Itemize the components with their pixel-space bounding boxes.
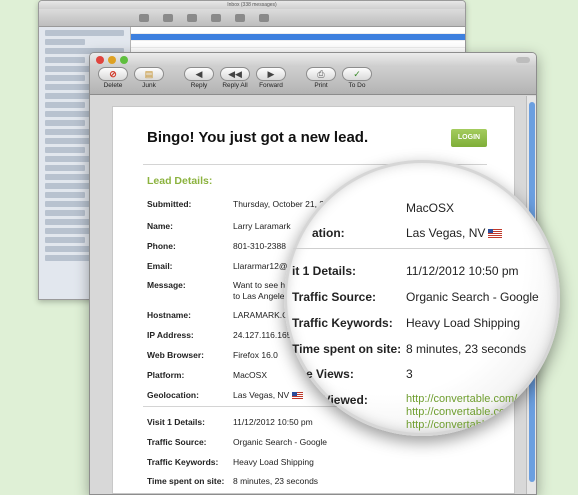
toolbar-toggle-button[interactable]: [516, 57, 530, 63]
lens-time: Time spent on site: 8 minutes, 23 seconds: [292, 342, 527, 356]
forward-button[interactable]: ▶ Forward: [256, 67, 286, 89]
minimize-window-button[interactable]: [108, 56, 116, 64]
lens-platform-value: MacOSX: [406, 201, 455, 215]
close-window-button[interactable]: [96, 56, 104, 64]
junk-button[interactable]: ▤ Junk: [134, 67, 164, 89]
message-titlebar: [90, 53, 536, 67]
detail-time: Time spent on site: 8 minutes, 23 seconds: [147, 476, 319, 486]
lens-pages-viewed: es Viewed:: [306, 393, 368, 407]
us-flag-icon: [488, 229, 503, 239]
us-flag-icon: [292, 392, 304, 400]
lead-details-title: Lead Details:: [147, 175, 213, 187]
magnifier-lens: MacOSX ation: Las Vegas, NV it 1 Details…: [284, 160, 560, 436]
lens-link[interactable]: http://convertable.com/: [406, 393, 517, 405]
reply-all-button[interactable]: ◀◀ Reply All: [220, 67, 250, 89]
lens-link[interactable]: http://convertable.com/Se: [406, 406, 531, 418]
lens-link[interactable]: http://convertable.com/: [406, 419, 517, 431]
lens-geolocation: ation: Las Vegas, NV: [312, 226, 503, 240]
message-toolbar: ⊘ Delete ▤ Junk ◀ Reply ◀◀ Reply All ▶ F…: [90, 67, 536, 95]
reply-all-icon: ◀◀: [220, 67, 250, 81]
reply-button[interactable]: ◀ Reply: [184, 67, 214, 89]
forward-icon: ▶: [256, 67, 286, 81]
reply-icon: ◀: [184, 67, 214, 81]
lens-keywords: Traffic Keywords: Heavy Load Shipping: [292, 316, 521, 330]
lens-divider: [292, 248, 560, 249]
print-icon: ⎙: [306, 67, 336, 81]
background-toolbar: [39, 9, 465, 27]
background-window-title: Inbox (338 messages): [39, 1, 465, 9]
todo-icon: ✓: [342, 67, 372, 81]
delete-button[interactable]: ⊘ Delete: [98, 67, 128, 89]
zoom-window-button[interactable]: [120, 56, 128, 64]
delete-icon: ⊘: [98, 67, 128, 81]
print-button[interactable]: ⎙ Print: [306, 67, 336, 89]
detail-keywords: Traffic Keywords: Heavy Load Shipping: [147, 457, 314, 467]
detail-traffic-source: Traffic Source: Organic Search - Google: [147, 437, 328, 447]
junk-icon: ▤: [134, 67, 164, 81]
todo-button[interactable]: ✓ To Do: [342, 67, 372, 89]
lens-traffic-source: Traffic Source: Organic Search - Google: [292, 290, 539, 304]
lens-visit: it 1 Details: 11/12/2012 10:50 pm: [292, 264, 519, 278]
login-button[interactable]: LOGIN: [451, 129, 487, 147]
lens-page-views: age Views: 3: [292, 367, 413, 381]
